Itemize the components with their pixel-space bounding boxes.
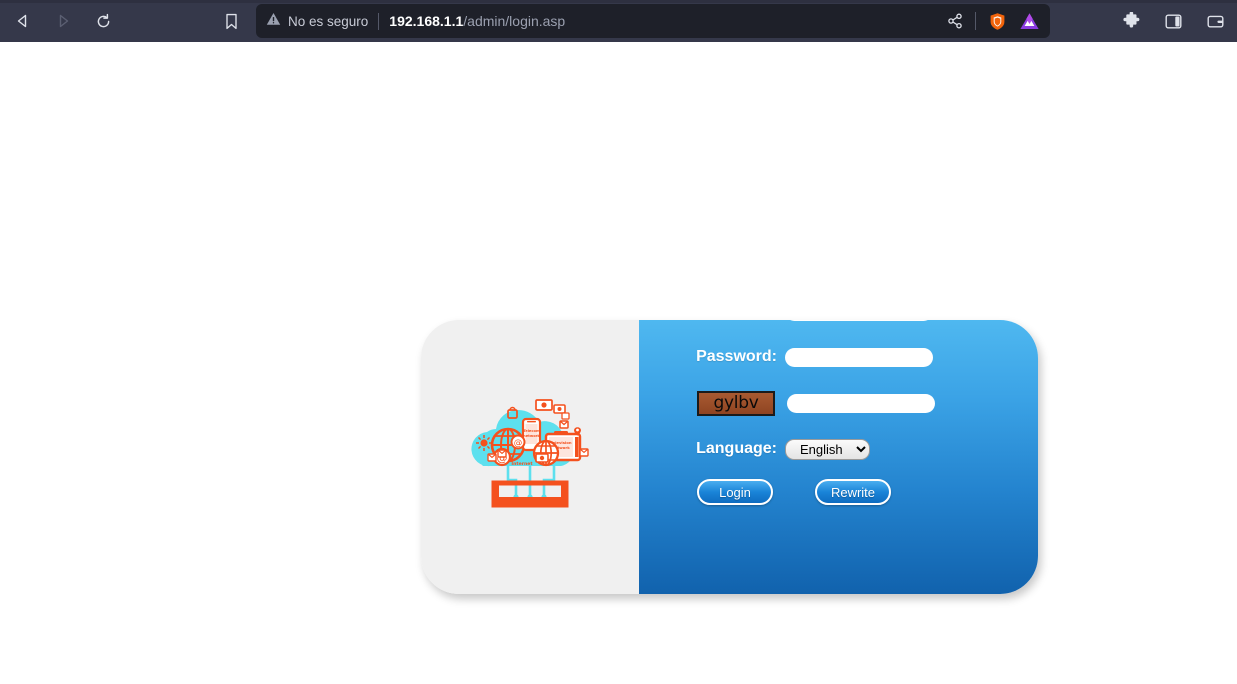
omnibox-action-divider <box>975 12 976 30</box>
forward-arrow-icon[interactable] <box>50 8 76 34</box>
back-arrow-icon[interactable] <box>10 8 36 34</box>
login-card: @ Internet Telecom network @ Television … <box>421 320 1038 594</box>
caption-internet: Internet <box>511 461 533 467</box>
brave-shields-icon[interactable] <box>988 12 1007 31</box>
captcha-row: gylbv <box>695 380 995 426</box>
svg-text:@: @ <box>514 439 523 449</box>
extensions-puzzle-icon[interactable] <box>1119 9 1143 33</box>
navigation-buttons <box>10 8 116 34</box>
warning-triangle-icon <box>266 12 281 31</box>
captcha-image[interactable]: gylbv <box>697 391 775 416</box>
browser-toolbar: No es seguro 192.168.1.1/admin/login.asp <box>0 0 1237 42</box>
browser-tabstrip <box>0 0 1237 3</box>
svg-text:network: network <box>523 434 540 438</box>
page-content: @ Internet Telecom network @ Television … <box>0 42 1237 684</box>
language-row: Language: English <box>695 426 995 472</box>
login-form-panel: Username: Password: gylbv Language: <box>639 320 1038 594</box>
language-label: Language: <box>695 440 777 458</box>
security-status-text: No es seguro <box>288 14 368 29</box>
username-row: Username: <box>695 320 995 334</box>
password-row: Password: <box>695 334 995 380</box>
reload-icon[interactable] <box>90 8 116 34</box>
browser-toolbar-right <box>1119 0 1227 42</box>
brave-rewards-icon[interactable] <box>1019 12 1040 31</box>
share-icon[interactable] <box>947 13 963 29</box>
cloud-internet-illustration: @ Internet Telecom network @ Television … <box>450 391 610 523</box>
password-label: Password: <box>695 348 777 366</box>
form-buttons: Login Rewrite <box>695 479 995 505</box>
omnibox-divider <box>378 13 379 30</box>
username-input[interactable] <box>785 320 933 321</box>
svg-text:Telecom: Telecom <box>523 429 540 433</box>
login-form: Username: Password: gylbv Language: <box>695 320 995 505</box>
url-text[interactable]: 192.168.1.1/admin/login.asp <box>389 13 1040 29</box>
address-bar[interactable]: No es seguro 192.168.1.1/admin/login.asp <box>256 4 1050 38</box>
rewrite-button[interactable]: Rewrite <box>815 479 891 505</box>
url-path: /admin/login.asp <box>463 13 565 29</box>
captcha-input[interactable] <box>787 394 935 413</box>
captcha-code-text: gylbv <box>714 393 759 413</box>
illustration-panel: @ Internet Telecom network @ Television … <box>421 320 639 594</box>
site-security-chip[interactable]: No es seguro <box>266 12 368 31</box>
login-button[interactable]: Login <box>697 479 773 505</box>
password-input[interactable] <box>785 348 933 367</box>
url-host: 192.168.1.1 <box>389 13 463 29</box>
omnibox-actions <box>947 4 1040 38</box>
language-select[interactable]: English <box>785 439 870 460</box>
wallet-icon[interactable] <box>1203 9 1227 33</box>
sidebar-panel-icon[interactable] <box>1161 9 1185 33</box>
bookmark-icon[interactable] <box>218 8 244 34</box>
